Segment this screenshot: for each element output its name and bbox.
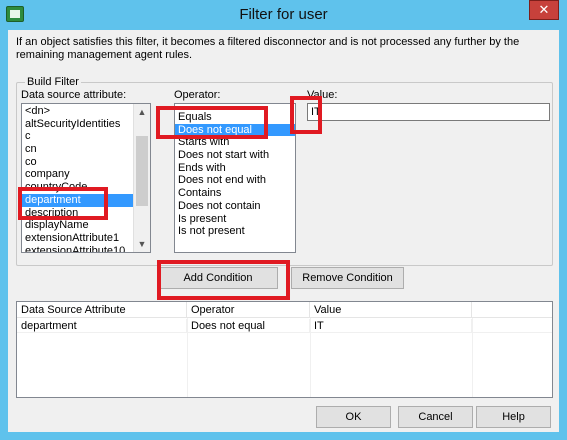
row-value: IT [310,319,472,333]
close-button[interactable]: ✕ [529,0,559,20]
title-bar: Filter for user ✕ [0,0,567,30]
operator-list-item[interactable]: Is present [175,213,295,226]
attribute-list-item[interactable]: description [22,207,133,220]
window-title: Filter for user [239,6,328,23]
conditions-table[interactable]: Data Source Attribute Operator Value dep… [16,301,553,398]
build-filter-label: Build Filter [25,76,81,88]
ok-button[interactable]: OK [316,406,391,428]
row-attribute: department [17,319,187,333]
column-divider [472,318,473,397]
operator-list-item[interactable]: Does not contain [175,200,295,213]
attribute-label: Data source attribute: [21,89,127,101]
row-operator: Does not equal [187,319,310,333]
attribute-scrollbar[interactable]: ▲ ▼ [133,104,150,252]
filter-window: Filter for user ✕ If an object satisfies… [0,0,567,440]
remove-condition-button[interactable]: Remove Condition [291,267,404,289]
column-header-operator[interactable]: Operator [187,302,310,318]
filter-description: If an object satisfies this filter, it b… [16,36,520,61]
add-condition-button[interactable]: Add Condition [158,267,278,289]
dialog-body: If an object satisfies this filter, it b… [8,30,559,432]
attribute-list-item[interactable]: c [22,130,133,143]
table-header: Data Source Attribute Operator Value [17,302,552,318]
operator-list-item[interactable]: Is not present [175,225,295,238]
column-header-attribute[interactable]: Data Source Attribute [17,302,187,318]
operator-listbox[interactable]: Equals Does not equal Starts with Does not … [174,103,296,253]
attribute-list-item[interactable]: displayName [22,219,133,232]
operator-list-item[interactable]: Does not start with [175,149,295,162]
scroll-thumb[interactable] [136,136,148,206]
column-header-value[interactable]: Value [310,302,472,318]
scroll-down-icon[interactable]: ▼ [134,236,150,252]
operator-list-item[interactable]: Equals [175,111,295,124]
operator-list-item[interactable]: Does not equal [175,123,295,137]
attribute-list-item[interactable]: company [22,168,133,181]
attribute-list-item[interactable]: extensionAttribute10 [22,245,133,252]
attribute-list-item[interactable]: altSecurityIdentities [22,118,133,131]
operator-list-item[interactable]: Ends with [175,162,295,175]
help-button[interactable]: Help [476,406,551,428]
attribute-list-item[interactable]: countryCode [22,181,133,194]
attribute-list-item[interactable]: <dn> [22,105,133,118]
operator-list-item[interactable]: Does not end with [175,174,295,187]
operator-list-item[interactable]: Contains [175,187,295,200]
cancel-button[interactable]: Cancel [398,406,473,428]
build-filter-group: Build Filter Data source attribute: <dn>… [16,76,553,266]
attribute-list-item[interactable]: co [22,156,133,169]
attribute-listbox[interactable]: <dn> altSecurityIdentities c cn co company cou… [21,103,151,253]
attribute-list-item[interactable]: department [22,193,133,207]
operator-list-item[interactable]: Starts with [175,136,295,149]
attribute-list-item[interactable]: extensionAttribute1 [22,232,133,245]
operator-label: Operator: [174,89,221,101]
value-label: Value: [307,89,338,101]
value-input[interactable]: IT [307,103,550,121]
attribute-list-item[interactable]: cn [22,143,133,156]
column-divider [310,318,311,397]
column-divider [187,318,188,397]
scroll-up-icon[interactable]: ▲ [134,104,150,120]
